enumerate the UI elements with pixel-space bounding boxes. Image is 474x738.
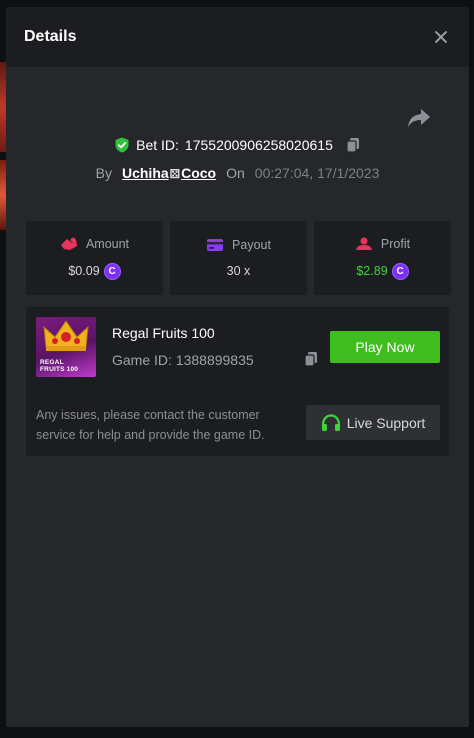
crown-icon [43,320,89,351]
bet-datetime: 00:27:04, 17/1/2023 [254,165,380,181]
close-icon[interactable] [431,27,451,47]
copy-icon[interactable] [345,137,361,153]
bet-id-label: Bet ID: [136,137,179,153]
game-id: Game ID: 1388899835 [112,352,254,368]
game-thumbnail-text: REGAL FRUITS 100 [40,359,78,373]
bet-details-modal: Details Bet ID: 1755200906258020615 By U… [6,7,469,727]
stat-value: 30 x [226,264,251,278]
on-label: On [226,165,245,181]
stat-payout: Payout 30 x [170,221,307,295]
stat-label: Profit [380,236,411,251]
live-support-label: Live Support [346,414,426,431]
stat-value: $0.09 [68,264,100,278]
stat-amount: Amount $0.09 C [26,221,163,295]
bet-id-value: 1755200906258020615 [184,137,333,153]
thumb-line: FRUITS 100 [40,366,79,373]
modal-title: Details [24,28,77,45]
game-thumbnail[interactable]: REGAL FRUITS 100 [36,317,96,377]
game-id-value: 1388899835 [175,352,254,368]
headset-icon [321,413,340,431]
chip-icon [60,237,77,250]
share-icon[interactable] [407,107,431,129]
play-now-button[interactable]: Play Now [330,331,440,363]
modal-header: Details [6,7,469,67]
username-part: Coco [181,165,217,181]
by-label: By [95,165,112,181]
support-message: Any issues, please contact the customer … [36,408,265,442]
username-part: Uchiha [121,165,169,181]
byline-row: By Uchiha⚄Coco On 00:27:04, 17/1/2023 [6,165,469,181]
card-icon [207,239,224,251]
copy-icon[interactable] [303,351,319,367]
coin-icon: C [391,262,409,280]
bet-id-row: Bet ID: 1755200906258020615 [6,137,469,153]
game-id-label: Game ID: [112,352,172,368]
stat-label: Amount [85,236,130,251]
dice-icon: ⚄ [169,167,181,181]
live-support-button[interactable]: Live Support [306,405,440,440]
verified-shield-icon [115,137,129,153]
profit-icon [355,237,372,250]
coin-icon: C [103,262,121,280]
game-name: Regal Fruits 100 [112,325,215,341]
username-link[interactable]: Uchiha⚄Coco [122,165,216,181]
thumb-line: REGAL [40,359,64,366]
bet-stats: Amount $0.09 C Payout 30 x Profit $2.89 … [26,221,451,295]
stat-value: $2.89 [356,264,388,278]
stat-label: Payout [232,238,271,252]
stat-profit: Profit $2.89 C [314,221,451,295]
game-card: REGAL FRUITS 100 Regal Fruits 100 Game I… [26,307,449,456]
